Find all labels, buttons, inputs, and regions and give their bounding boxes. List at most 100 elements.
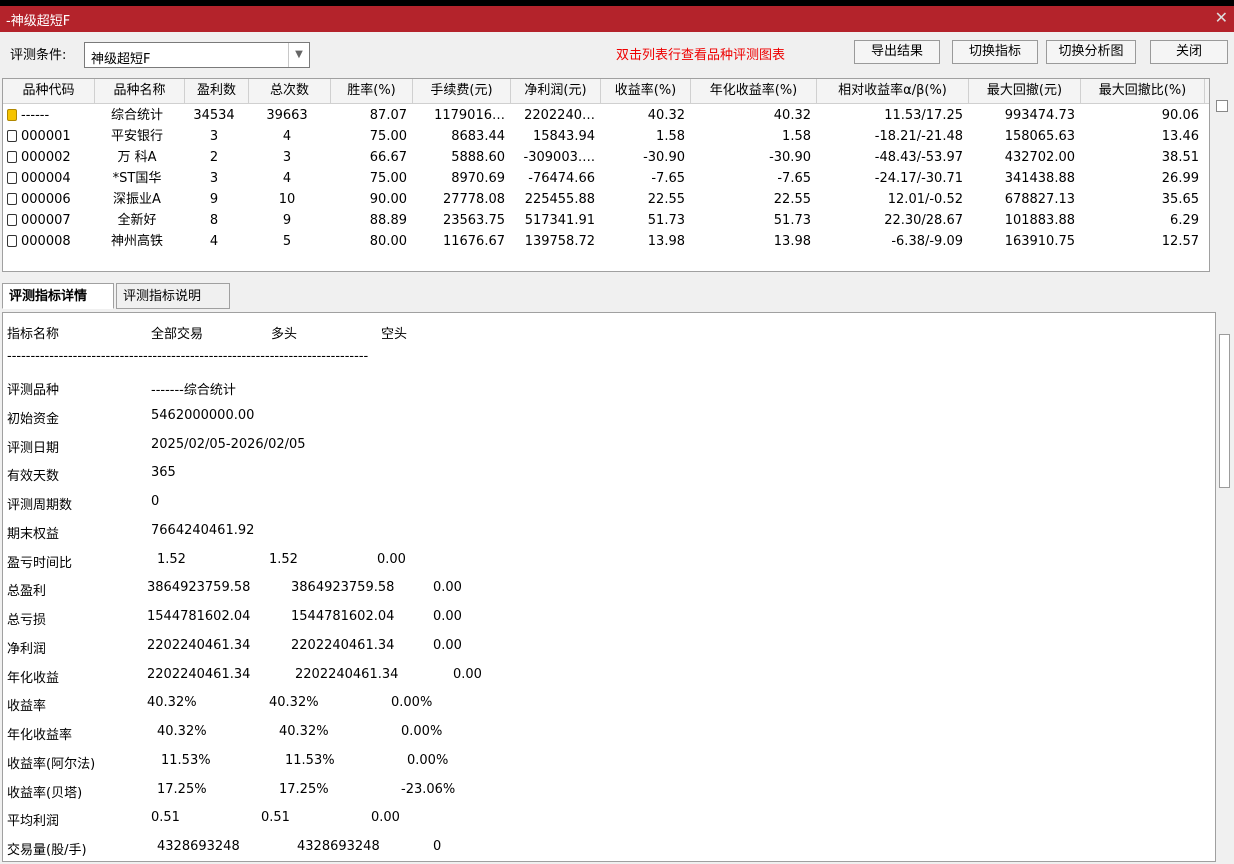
metric-all: 1544781602.04 (147, 609, 251, 624)
detail-tabs: 评测指标详情 评测指标说明 (0, 280, 1234, 310)
close-button[interactable]: 关闭 (1150, 40, 1228, 64)
metric-long: 3864923759.58 (291, 580, 395, 596)
metric-all: 40.32% (147, 695, 197, 711)
info-value: 5462000000.00 (151, 407, 255, 423)
stock-code: 000008 (21, 234, 71, 249)
table-cell: 15843.94 (532, 129, 595, 144)
column-header[interactable]: 最大回撤比(%) (1081, 79, 1205, 103)
metric-short: 0.00 (453, 666, 482, 682)
table-cell: 4 (282, 129, 292, 144)
detail-scrollbar[interactable] (1216, 312, 1234, 862)
table-cell: 8683.44 (451, 129, 505, 144)
table-cell: -76474.66 (528, 171, 595, 186)
table-cell: 13.46 (1161, 129, 1199, 144)
table-cell: 51.73 (773, 213, 811, 228)
chevron-down-icon[interactable]: ▼ (288, 43, 309, 67)
table-cell: 26.99 (1161, 171, 1199, 186)
table-cell: -7.65 (777, 171, 811, 186)
table-cell: 5 (282, 234, 292, 249)
metric-label: 盈亏时间比 (7, 555, 73, 571)
table-cell: 000006 (7, 189, 93, 210)
table-cell: 综合统计 (110, 108, 163, 123)
table-cell: 9 (209, 192, 219, 207)
column-header[interactable]: 盈利数 (185, 79, 249, 103)
table-cell: -7.65 (651, 171, 685, 186)
table-cell: 11676.67 (442, 234, 505, 249)
column-header[interactable]: 总次数 (249, 79, 331, 103)
metric-short: -23.06% (401, 781, 456, 797)
table-cell: 2 (209, 150, 219, 165)
column-header[interactable]: 净利润(元) (511, 79, 601, 103)
metric-label: 总盈利 (7, 584, 47, 600)
table-row[interactable]: ------ 综合统计 34534 39663 87.07 1179016… 2202240… (3, 105, 1209, 126)
switch-indicator-button[interactable]: 切换指标 (952, 40, 1038, 64)
table-row[interactable]: 000007 全新好 8 9 88.89 23563.75 517341.91 51.73 51… (3, 210, 1209, 231)
metric-long: 1.52 (269, 551, 298, 567)
evaluation-window: -神级超短F ✕ 评测条件: 神级超短F ▼ 双击列表行查看品种评测图表 导出结… (0, 0, 1234, 864)
column-header[interactable]: 胜率(%) (331, 79, 413, 103)
metric-long: 1544781602.04 (291, 609, 395, 624)
metric-all: 4328693248 (157, 839, 240, 854)
export-button[interactable]: 导出结果 (854, 40, 940, 64)
table-cell: 35.65 (1161, 192, 1199, 207)
stock-code: 000006 (21, 192, 71, 207)
stock-icon (7, 130, 17, 142)
table-cell: 158065.63 (1004, 129, 1075, 144)
column-header[interactable]: 收益率(%) (601, 79, 691, 103)
metric-all: 3864923759.58 (147, 580, 251, 596)
metric-long: 17.25% (279, 781, 329, 797)
column-header[interactable]: 品种代码 (3, 79, 95, 103)
scroll-thumb[interactable] (1219, 334, 1230, 488)
table-cell: 75.00 (369, 171, 407, 186)
info-value: 0 (151, 494, 160, 509)
stock-code: 000001 (21, 129, 71, 144)
tab-description[interactable]: 评测指标说明 (116, 283, 230, 309)
table-cell: 4 (282, 171, 292, 186)
table-cell: 万 科A (117, 150, 157, 165)
table-cell: 101883.88 (1004, 213, 1075, 228)
column-header[interactable]: 最大回撤(元) (969, 79, 1081, 103)
condition-select[interactable]: 神级超短F ▼ (84, 42, 310, 68)
stock-icon (7, 214, 17, 226)
table-cell: 432702.00 (1004, 150, 1075, 165)
table-cell: 000007 (7, 210, 93, 231)
table-cell: 3 (282, 150, 292, 165)
table-cell: 3 (209, 171, 219, 186)
metric-all: 0.51 (151, 810, 180, 826)
table-row[interactable]: 000006 深振业A 9 10 90.00 27778.08 225455.88 22.55… (3, 189, 1209, 210)
table-cell: 27778.08 (442, 192, 505, 207)
table-cell: 75.00 (369, 129, 407, 144)
switch-chart-button[interactable]: 切换分析图 (1046, 40, 1136, 64)
metric-long: 4328693248 (297, 839, 380, 854)
metric-short: 0.00 (433, 580, 462, 596)
metric-long: 2202240461.34 (291, 637, 395, 653)
stock-icon (7, 151, 17, 163)
table-cell: -30.90 (643, 150, 685, 165)
metric-long: 40.32% (269, 695, 319, 711)
table-cell: 12.57 (1161, 234, 1199, 249)
metric-all: 11.53% (161, 752, 211, 768)
table-scrollbar[interactable] (1212, 78, 1234, 272)
detail-header-all: 全部交易 (151, 327, 204, 342)
table-cell: 517341.91 (524, 213, 595, 228)
column-header[interactable]: 品种名称 (95, 79, 185, 103)
column-header[interactable]: 手续费(元) (413, 79, 511, 103)
column-header[interactable]: 年化收益率(%) (691, 79, 817, 103)
table-cell: 神州高铁 (110, 234, 163, 249)
detail-panel: 指标名称 全部交易 多头 空头 ------------------------… (2, 312, 1216, 862)
stock-code: 000007 (21, 213, 71, 228)
scroll-box-icon[interactable] (1216, 100, 1228, 112)
tab-detail[interactable]: 评测指标详情 (2, 283, 114, 309)
table-cell: *ST国华 (112, 171, 162, 186)
column-header[interactable]: 相对收益率α/β(%) (817, 79, 969, 103)
close-icon[interactable]: ✕ (1215, 8, 1228, 27)
table-cell: 13.98 (647, 234, 685, 249)
table-row[interactable]: 000001 平安银行 3 4 75.00 8683.44 15843.94 1.58 1.58… (3, 126, 1209, 147)
table-row[interactable]: 000004 *ST国华 3 4 75.00 8970.69 -76474.66 -7.65 -… (3, 168, 1209, 189)
stock-code: 000002 (21, 150, 71, 165)
stock-icon (7, 172, 17, 184)
table-cell: 深振业A (113, 192, 161, 207)
table-row[interactable]: 000002 万 科A 2 3 66.67 5888.60 -309003…. -30.90 -… (3, 147, 1209, 168)
metric-long: 0.51 (261, 810, 290, 826)
table-row[interactable]: 000008 神州高铁 4 5 80.00 11676.67 139758.72 13.98 1… (3, 231, 1209, 252)
